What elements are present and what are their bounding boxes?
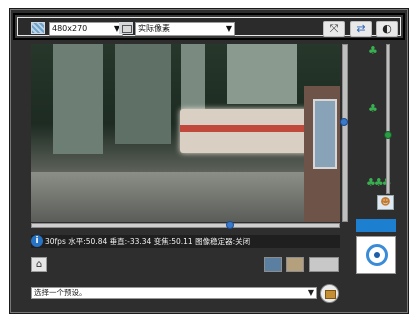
- bus: [180, 109, 310, 153]
- ptz-pad[interactable]: [356, 236, 396, 274]
- tilt-slider-handle[interactable]: [340, 117, 348, 126]
- window-panel: [313, 99, 337, 169]
- building: [227, 44, 297, 104]
- fullscreen-icon: ⤧: [329, 22, 339, 35]
- swap-button[interactable]: ⇄: [350, 21, 372, 37]
- zoom-slider[interactable]: [384, 44, 392, 194]
- camera-viewer-app: 480x270 ▼ 实际像素 ▼ ⤧ ⇄ ◐ ♣ ♣ ♣♣♣ ☻ i 30fps…: [0, 0, 416, 320]
- pan-slider-handle[interactable]: [225, 221, 234, 229]
- top-toolbar: 480x270 ▼ 实际像素 ▼ ⤧ ⇄ ◐: [13, 13, 405, 40]
- zoom-slider-handle[interactable]: [384, 131, 392, 139]
- zoom-mid-icon: ♣: [368, 102, 378, 115]
- preset-go-button[interactable]: [320, 284, 339, 303]
- person-icon: ☻: [380, 197, 391, 208]
- zoom-control: ♣ ♣ ♣♣♣: [356, 44, 396, 194]
- toolbar-inner: 480x270 ▼ 实际像素 ▼ ⤧ ⇄ ◐: [17, 17, 401, 37]
- resolution-select[interactable]: 480x270 ▼: [49, 22, 123, 36]
- status-bar: i 30fps 水平:50.84 垂直:-33.34 变焦:50.11 图像稳定…: [31, 235, 340, 248]
- resolution-value: 480x270: [52, 24, 88, 33]
- status-text: 30fps 水平:50.84 垂直:-33.34 变焦:50.11 图像稳定器:…: [45, 237, 251, 246]
- bus-stripe: [180, 125, 310, 132]
- pixel-mode-select[interactable]: 实际像素 ▼: [135, 22, 235, 36]
- person-button[interactable]: ☻: [377, 195, 394, 210]
- camera-settings-icon: ◐: [382, 22, 392, 35]
- chevron-down-icon: ▼: [225, 24, 232, 33]
- camera-icon: ⌂: [35, 259, 43, 270]
- pixel-mode-value: 实际像素: [138, 24, 170, 33]
- snapshot-button[interactable]: ⌂: [31, 257, 47, 272]
- view-single-button[interactable]: [264, 257, 282, 272]
- view-screen-button[interactable]: [286, 257, 304, 272]
- ptz-target-icon: [366, 244, 388, 266]
- tilt-slider[interactable]: [340, 44, 348, 222]
- fullscreen-button[interactable]: ⤧: [323, 21, 345, 37]
- preset-select[interactable]: 选择一个预设。 ▼: [31, 287, 317, 299]
- preset-value: 选择一个预设。: [34, 288, 87, 297]
- zoom-tele-icon: ♣: [368, 44, 378, 57]
- resolution-icon: [31, 22, 45, 34]
- pan-slider[interactable]: [31, 221, 340, 229]
- building: [115, 44, 171, 144]
- swap-icon: ⇄: [356, 22, 366, 35]
- camera-settings-button[interactable]: ◐: [376, 21, 398, 37]
- chevron-down-icon: ▼: [307, 288, 314, 297]
- pixel-mode-icon: [119, 22, 133, 34]
- view-split-button[interactable]: [309, 257, 339, 272]
- video-view[interactable]: [31, 44, 340, 222]
- info-icon: i: [31, 235, 43, 247]
- control-tab[interactable]: [356, 219, 396, 232]
- road: [31, 172, 340, 222]
- building: [53, 44, 103, 154]
